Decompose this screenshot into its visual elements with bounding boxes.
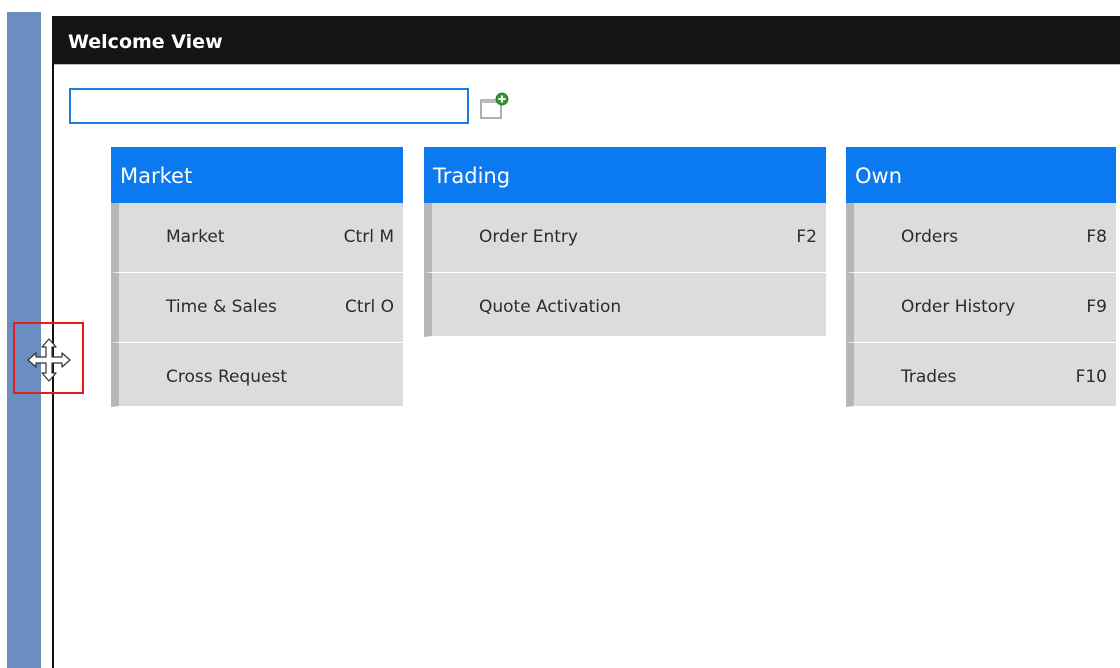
menu-item-orders[interactable]: Orders F8: [846, 203, 1116, 273]
group-market: Market Market Ctrl M Time & Sales Ctrl O…: [111, 147, 403, 407]
item-shortcut: F9: [1086, 297, 1107, 317]
menu-item-order-history[interactable]: Order History F9: [846, 273, 1116, 343]
item-label: Time & Sales: [166, 297, 277, 317]
item-shortcut: F2: [796, 227, 817, 247]
search-input[interactable]: [69, 88, 469, 124]
panel-title: Welcome View: [54, 16, 1120, 65]
item-label: Cross Request: [166, 367, 288, 387]
menu-item-order-entry[interactable]: Order Entry F2: [424, 203, 826, 273]
item-label: Quote Activation: [479, 297, 622, 317]
menu-item-market[interactable]: Market Ctrl M: [111, 203, 403, 273]
add-window-icon: [480, 92, 509, 119]
app-frame: Welcome View Market Market Ctrl M Time &…: [0, 0, 1120, 668]
menu-item-trades[interactable]: Trades F10: [846, 343, 1116, 407]
menu-item-cross-request[interactable]: Cross Request: [111, 343, 403, 407]
item-shortcut: F8: [1086, 227, 1107, 247]
item-label: Market: [166, 227, 225, 247]
welcome-view-panel: Welcome View Market Market Ctrl M Time &…: [52, 16, 1120, 668]
group-header: Trading: [424, 147, 826, 203]
item-label: Order History: [901, 297, 1016, 317]
group-own: Own Orders F8 Order History F9 Trades F1…: [846, 147, 1116, 407]
menu-item-quote-activation[interactable]: Quote Activation: [424, 273, 826, 337]
group-header: Market: [111, 147, 403, 203]
group-trading: Trading Order Entry F2 Quote Activation: [424, 147, 826, 337]
item-shortcut: F10: [1075, 367, 1107, 387]
move-cursor-icon: [25, 336, 73, 384]
item-label: Orders: [901, 227, 959, 247]
item-label: Trades: [901, 367, 957, 387]
item-shortcut: Ctrl M: [343, 227, 394, 247]
item-label: Order Entry: [479, 227, 578, 247]
group-header: Own: [846, 147, 1116, 203]
item-shortcut: Ctrl O: [344, 297, 394, 317]
menu-item-time-sales[interactable]: Time & Sales Ctrl O: [111, 273, 403, 343]
add-view-button[interactable]: [478, 92, 512, 124]
